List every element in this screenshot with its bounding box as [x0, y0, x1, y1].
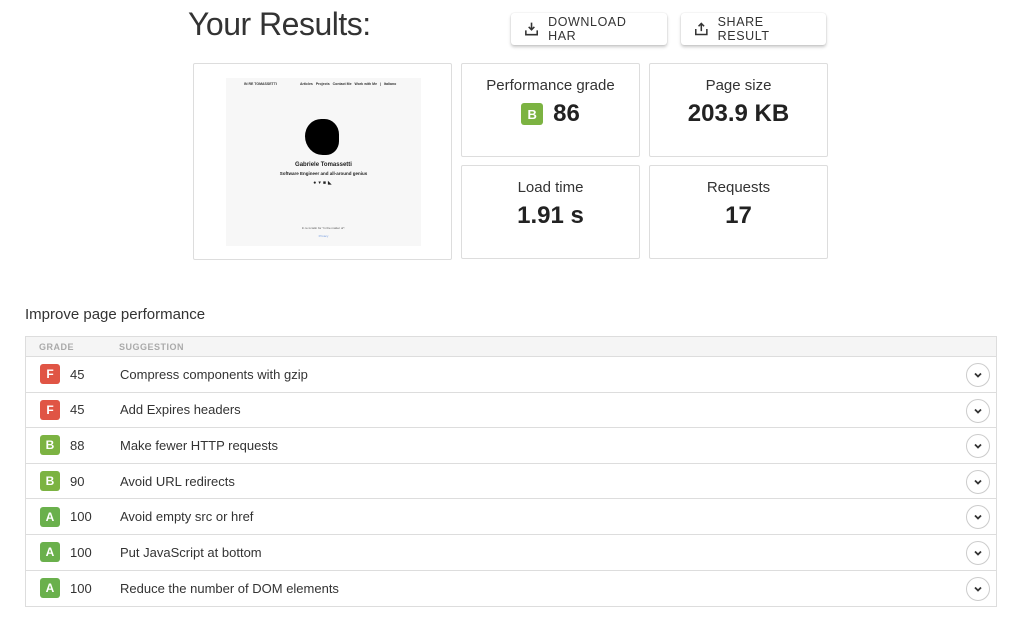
profile-silhouette	[305, 119, 339, 155]
chevron-down-icon	[974, 372, 982, 378]
performance-grade-label: Performance grade	[486, 77, 615, 94]
share-result-label: SHARE RESULT	[717, 15, 770, 43]
grade-badge: F	[40, 364, 60, 385]
page-screenshot: IN RE TOMASSETTI Articles Projects Conta…	[226, 78, 421, 246]
grade-badge: B	[40, 471, 60, 492]
suggestion-text: Reduce the number of DOM elements	[120, 580, 339, 596]
score: 100	[70, 544, 92, 560]
chevron-down-icon	[974, 515, 982, 521]
page-size-label: Page size	[705, 77, 772, 94]
grade-badge: A	[40, 506, 60, 527]
load-time-card: Load time 1.91 s	[461, 165, 640, 259]
page-title: Your Results:	[188, 6, 371, 42]
chevron-down-icon	[974, 444, 982, 449]
download-har-button[interactable]: DOWNLOAD HAR	[511, 13, 667, 45]
score: 88	[70, 437, 85, 453]
grade-badge: A	[40, 542, 60, 563]
expand-button[interactable]	[966, 434, 990, 459]
score: 90	[70, 473, 85, 489]
thumb-footer: In re is latin for "in the matter of".	[301, 226, 346, 230]
page-size-value: 203.9 KB	[687, 100, 790, 127]
grade-badge: F	[40, 399, 60, 420]
score: 45	[70, 366, 85, 382]
table-row[interactable]: F 45 Compress components with gzip	[26, 357, 996, 393]
suggestion-text: Put JavaScript at bottom	[120, 544, 262, 560]
expand-button[interactable]	[966, 540, 990, 565]
performance-grade-value: 86	[553, 100, 580, 127]
table-header: GRADE SUGGESTION	[26, 337, 996, 357]
section-title: Improve page performance	[25, 306, 206, 323]
page-size-card: Page size 203.9 KB	[649, 63, 828, 157]
grade-badge: B	[40, 435, 60, 456]
column-header-grade: GRADE	[39, 341, 75, 352]
table-row[interactable]: F 45 Add Expires headers	[26, 393, 996, 429]
thumb-nav-item: Work with Me	[354, 82, 378, 86]
thumb-nav-item: Projects	[315, 82, 330, 86]
chevron-down-icon	[974, 586, 982, 592]
thumb-social-icons: ●▾■◣	[226, 180, 421, 186]
thumb-nav: Articles Projects Contact Me Work with M…	[300, 82, 396, 86]
chevron-down-icon	[974, 408, 982, 414]
load-time-label: Load time	[517, 179, 584, 196]
expand-button[interactable]	[966, 363, 990, 387]
expand-button[interactable]	[966, 576, 990, 601]
suggestion-text: Make fewer HTTP requests	[120, 437, 278, 453]
expand-button[interactable]	[966, 398, 990, 423]
share-icon	[695, 22, 708, 36]
table-row[interactable]: B 90 Avoid URL redirects	[26, 464, 996, 500]
grade-badge: A	[40, 578, 60, 599]
download-icon	[525, 22, 539, 36]
thumb-nav-item: Contact Me	[332, 82, 352, 86]
chevron-down-icon	[974, 550, 982, 556]
table-row[interactable]: A 100 Reduce the number of DOM elements	[26, 571, 996, 607]
requests-card: Requests 17	[649, 165, 828, 259]
download-har-label: DOWNLOAD HAR	[548, 15, 627, 43]
table-row[interactable]: A 100 Avoid empty src or href	[26, 499, 996, 535]
table-row[interactable]: B 88 Make fewer HTTP requests	[26, 428, 996, 464]
share-result-button[interactable]: SHARE RESULT	[681, 13, 826, 45]
suggestion-text: Avoid URL redirects	[120, 473, 235, 489]
page-screenshot-card: IN RE TOMASSETTI Articles Projects Conta…	[193, 63, 452, 260]
thumb-brand: IN RE TOMASSETTI	[244, 82, 277, 86]
thumb-subtitle: Software Engineer and all-around genius	[279, 171, 368, 176]
chevron-down-icon	[974, 479, 982, 485]
suggestions-table: GRADE SUGGESTION F 45 Compress components …	[25, 336, 997, 608]
score: 45	[70, 402, 85, 418]
thumb-nav-item: |	[380, 82, 382, 86]
thumb-nav-item: Articles	[300, 82, 313, 86]
suggestion-text: Avoid empty src or href	[120, 509, 254, 525]
performance-grade-card: Performance grade B 86	[461, 63, 640, 157]
load-time-value: 1.91 s	[517, 202, 584, 229]
suggestion-text: Compress components with gzip	[120, 366, 308, 382]
rss-icon: ◣	[327, 180, 334, 186]
score: 100	[70, 509, 92, 525]
thumb-name: Gabriele Tomassetti	[295, 162, 352, 168]
requests-label: Requests	[706, 179, 771, 196]
thumb-nav-item: Italiano	[384, 82, 397, 86]
requests-value: 17	[725, 202, 752, 229]
table-row[interactable]: A 100 Put JavaScript at bottom	[26, 535, 996, 571]
expand-button[interactable]	[966, 469, 990, 494]
column-header-suggestion: SUGGESTION	[119, 341, 185, 352]
score: 100	[70, 580, 92, 596]
thumb-privacy: Privacy	[318, 234, 329, 238]
grade-badge: B	[521, 103, 544, 125]
expand-button[interactable]	[966, 505, 990, 530]
suggestion-text: Add Expires headers	[120, 402, 241, 418]
